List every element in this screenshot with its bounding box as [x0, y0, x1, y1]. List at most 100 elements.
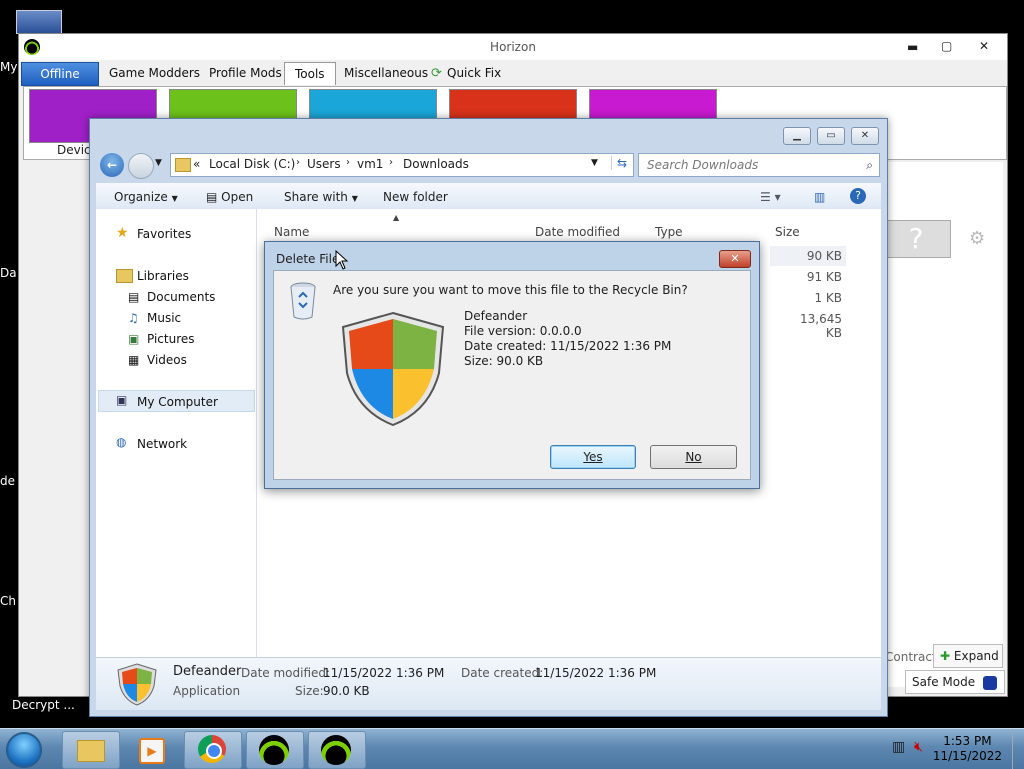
- my-computer-icon: ▣: [116, 393, 128, 407]
- tab-profile-mods[interactable]: Profile Mods: [199, 62, 292, 84]
- chrome-icon-center: [206, 743, 222, 759]
- tab-tools[interactable]: Tools: [284, 62, 336, 85]
- settings-icon[interactable]: ⚙: [969, 228, 985, 249]
- no-button[interactable]: No: [650, 445, 737, 469]
- clock-time: 1:53 PM: [943, 734, 992, 748]
- show-desktop-button[interactable]: [1012, 729, 1024, 769]
- tab-offline[interactable]: Offline: [21, 62, 99, 86]
- new-folder-button[interactable]: New folder: [383, 190, 448, 204]
- details-date-created: 11/15/2022 1:36 PM: [535, 666, 657, 680]
- desktop-label-decrypt[interactable]: Decrypt ...: [12, 698, 75, 712]
- minimize-icon[interactable]: ▬: [907, 40, 918, 54]
- contract-button[interactable]: Contract: [885, 650, 937, 664]
- safe-mode-icon: [982, 675, 997, 690]
- organize-button[interactable]: Organize ▼: [114, 190, 178, 204]
- explorer-minimize-icon[interactable]: ▁: [783, 127, 811, 145]
- search-input[interactable]: Search Downloads ⌕: [638, 153, 880, 177]
- desktop-label-de[interactable]: de: [0, 474, 15, 488]
- dialog-size: Size: 90.0 KB: [464, 354, 544, 368]
- column-type[interactable]: Type: [655, 225, 683, 239]
- expand-button[interactable]: ✚ Expand: [933, 644, 1003, 668]
- size-cell: 90 KB: [806, 249, 842, 263]
- breadcrumb-local-disk[interactable]: Local Disk (C:): [209, 157, 295, 171]
- nav-pictures[interactable]: Pictures: [147, 332, 195, 346]
- taskbar-media-button[interactable]: ▶: [122, 731, 180, 769]
- dialog-title: Delete File: [276, 252, 340, 266]
- open-button[interactable]: ▤ Open: [206, 190, 253, 204]
- details-size: 90.0 KB: [323, 684, 370, 698]
- horizon-logo-icon: [259, 735, 289, 765]
- close-icon[interactable]: ✕: [979, 39, 989, 53]
- dialog-body: Are you sure you want to move this file …: [273, 270, 751, 480]
- tab-game-modders[interactable]: Game Modders: [99, 62, 210, 84]
- desktop-label-da[interactable]: Da: [0, 266, 17, 280]
- address-dropdown-icon[interactable]: ▼: [591, 158, 598, 168]
- shield-icon: [117, 663, 157, 706]
- dialog-close-button[interactable]: ✕: [719, 250, 751, 268]
- help-tile[interactable]: ?: [881, 220, 951, 258]
- column-date-modified[interactable]: Date modified: [535, 225, 620, 239]
- desktop-computer-icon[interactable]: [16, 10, 62, 34]
- nav-favorites[interactable]: Favorites: [137, 227, 191, 241]
- taskbar-horizon-button[interactable]: [246, 731, 304, 769]
- yes-button[interactable]: Yes: [550, 445, 636, 469]
- size-cell: 1 KB: [814, 291, 842, 305]
- desktop-label-ch[interactable]: Ch: [0, 594, 16, 608]
- breadcrumb-prefix: «: [193, 157, 201, 171]
- media-player-icon: ▶: [139, 738, 165, 764]
- breadcrumb-downloads[interactable]: Downloads: [403, 157, 469, 171]
- folder-icon: [175, 158, 191, 172]
- help-icon[interactable]: ?: [850, 188, 866, 204]
- column-name[interactable]: Name: [274, 225, 309, 239]
- command-bar: Organize ▼ ▤ Open Share with ▼ New folde…: [96, 183, 881, 212]
- desktop-label-my[interactable]: My: [0, 60, 17, 74]
- search-placeholder: Search Downloads: [647, 158, 759, 172]
- tab-quick-fix[interactable]: Quick Fix: [437, 62, 511, 84]
- share-with-button[interactable]: Share with ▼: [284, 190, 358, 204]
- network-tray-icon[interactable]: ▥: [892, 739, 905, 755]
- horizon-tabs: Offline Game Modders Profile Mods Tools …: [19, 62, 1007, 86]
- size-cell: 91 KB: [806, 270, 842, 284]
- history-dropdown-icon[interactable]: ▼: [155, 158, 162, 168]
- shield-icon: [341, 311, 445, 427]
- dialog-question: Are you sure you want to move this file …: [333, 283, 688, 297]
- dialog-file-name: Defeander: [464, 309, 528, 323]
- address-bar[interactable]: « Local Disk (C:) › Users › vm1 › Downlo…: [170, 153, 634, 177]
- view-options-icon[interactable]: ☰ ▾: [760, 190, 781, 204]
- nav-network[interactable]: Network: [137, 437, 187, 451]
- back-icon[interactable]: ←: [100, 153, 124, 177]
- taskbar-chrome-button[interactable]: [184, 731, 242, 769]
- details-date-modified: 11/15/2022 1:36 PM: [323, 666, 445, 680]
- horizon-logo-icon: [321, 735, 351, 765]
- chevron-down-icon: ▼: [171, 194, 178, 203]
- nav-my-computer[interactable]: My Computer: [137, 395, 218, 409]
- refresh-icon[interactable]: ⇆: [611, 156, 632, 170]
- network-icon: ◍: [116, 435, 127, 449]
- organize-label: Organize: [114, 190, 168, 204]
- nav-documents[interactable]: Documents: [147, 290, 215, 304]
- nav-music[interactable]: Music: [147, 311, 181, 325]
- breadcrumb-vm1[interactable]: vm1: [357, 157, 383, 171]
- favorites-star-icon: ★: [116, 225, 129, 241]
- tab-miscellaneous[interactable]: Miscellaneous: [334, 62, 438, 84]
- preview-pane-icon[interactable]: ▥: [814, 190, 825, 204]
- breadcrumb-sep-3: ›: [389, 157, 393, 168]
- breadcrumb-users[interactable]: Users: [307, 157, 341, 171]
- taskbar-explorer-button[interactable]: [62, 731, 120, 769]
- safe-mode-button[interactable]: Safe Mode: [905, 670, 1005, 694]
- explorer-maximize-icon[interactable]: ▭: [817, 127, 845, 145]
- folder-icon: [77, 740, 105, 762]
- nav-videos[interactable]: Videos: [147, 353, 187, 367]
- column-size[interactable]: Size: [775, 225, 800, 239]
- taskbar-horizon-button-2[interactable]: [308, 731, 366, 769]
- volume-muted-icon[interactable]: 🔇︎: [914, 739, 923, 755]
- forward-icon[interactable]: [128, 153, 154, 179]
- nav-libraries[interactable]: Libraries: [137, 269, 189, 283]
- horizon-title: Horizon: [490, 40, 536, 54]
- details-date-created-label: Date created:: [461, 666, 544, 680]
- clock[interactable]: 1:53 PM 11/15/2022: [933, 734, 1002, 764]
- start-button[interactable]: [6, 732, 42, 768]
- details-size-label: Size:: [295, 684, 324, 698]
- explorer-close-icon[interactable]: ✕: [851, 127, 879, 145]
- maximize-icon[interactable]: ▢: [941, 39, 952, 53]
